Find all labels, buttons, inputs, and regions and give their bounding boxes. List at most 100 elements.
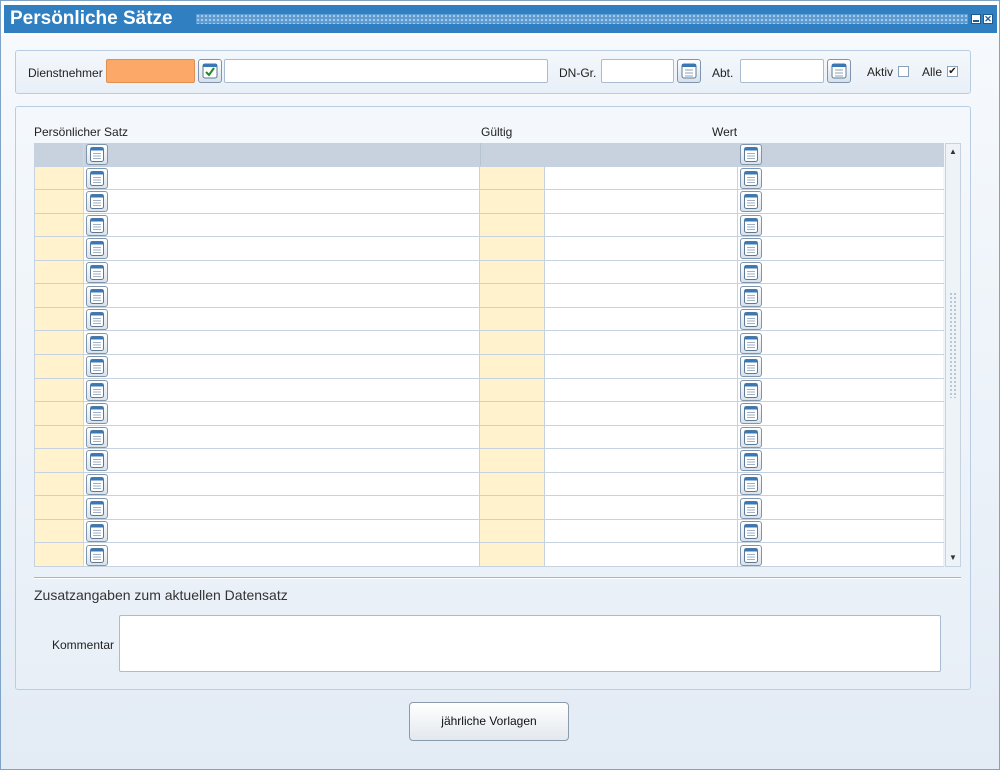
value-detail-cell[interactable] — [762, 214, 944, 237]
table-scrollbar[interactable]: ▲ ▼ — [945, 143, 961, 567]
table-row[interactable] — [35, 496, 944, 520]
table-row[interactable] — [35, 543, 944, 567]
value-lookup-button[interactable] — [740, 214, 762, 236]
table-row[interactable] — [35, 307, 944, 332]
rate-key-cell[interactable] — [35, 260, 84, 284]
scroll-grip[interactable] — [949, 292, 957, 398]
rate-lookup-button[interactable] — [86, 474, 108, 496]
rate-key-cell[interactable] — [35, 496, 84, 519]
value-cell[interactable] — [545, 496, 738, 519]
valid-cell[interactable] — [480, 378, 545, 402]
rate-lookup-button[interactable] — [86, 262, 108, 284]
valid-cell[interactable] — [480, 307, 545, 331]
table-row[interactable] — [35, 331, 944, 355]
valid-cell[interactable] — [480, 496, 545, 519]
rate-key-cell[interactable] — [35, 519, 84, 543]
valid-cell[interactable] — [480, 355, 545, 378]
rate-name-cell[interactable] — [109, 213, 480, 237]
value-detail-cell[interactable] — [762, 355, 944, 378]
value-lookup-button[interactable] — [740, 144, 762, 166]
value-detail-cell[interactable] — [762, 261, 944, 284]
value-lookup-button[interactable] — [740, 285, 762, 307]
value-cell[interactable] — [545, 284, 738, 307]
rate-lookup-button[interactable] — [86, 238, 108, 260]
rate-lookup-button[interactable] — [86, 309, 108, 331]
value-lookup-button[interactable] — [740, 356, 762, 378]
valid-cell[interactable] — [480, 425, 545, 449]
table-row[interactable] — [35, 449, 944, 473]
rate-lookup-button[interactable] — [86, 426, 108, 448]
value-lookup-button[interactable] — [740, 497, 762, 519]
value-lookup-button[interactable] — [740, 332, 762, 354]
value-lookup-button[interactable] — [740, 191, 762, 213]
value-detail-cell[interactable] — [762, 308, 944, 331]
value-cell[interactable] — [545, 425, 738, 449]
value-detail-cell[interactable] — [762, 543, 944, 566]
employee-lookup-button[interactable] — [198, 59, 222, 83]
rate-lookup-button[interactable] — [86, 450, 108, 472]
value-cell[interactable] — [545, 331, 738, 354]
value-lookup-button[interactable] — [740, 403, 762, 425]
dn-group-field[interactable] — [601, 59, 674, 83]
value-cell[interactable] — [545, 519, 738, 543]
rate-name-cell[interactable] — [109, 260, 480, 284]
rate-name-cell[interactable] — [109, 331, 480, 354]
valid-cell[interactable] — [480, 237, 545, 260]
value-lookup-button[interactable] — [740, 450, 762, 472]
value-lookup-button[interactable] — [740, 167, 762, 189]
value-cell[interactable] — [545, 449, 738, 472]
rate-name-cell[interactable] — [109, 166, 480, 190]
value-lookup-button[interactable] — [740, 379, 762, 401]
rate-name-cell[interactable] — [109, 472, 480, 496]
rate-name-cell[interactable] — [109, 519, 480, 543]
rate-lookup-button[interactable] — [86, 144, 108, 166]
value-detail-cell[interactable] — [762, 496, 944, 519]
annual-templates-button[interactable]: jährliche Vorlagen — [409, 702, 569, 741]
value-detail-cell[interactable] — [762, 426, 944, 449]
value-cell[interactable] — [545, 143, 738, 166]
active-checkbox[interactable] — [898, 66, 909, 77]
value-detail-cell[interactable] — [762, 473, 944, 496]
table-row[interactable] — [35, 260, 944, 285]
value-cell[interactable] — [545, 190, 738, 213]
employee-number-field[interactable] — [106, 59, 195, 83]
employee-name-field[interactable] — [224, 59, 548, 83]
rate-key-cell[interactable] — [35, 378, 84, 402]
value-lookup-button[interactable] — [740, 521, 762, 543]
rate-key-cell[interactable] — [35, 213, 84, 237]
table-row[interactable] — [35, 284, 944, 308]
rate-key-cell[interactable] — [35, 284, 84, 307]
value-cell[interactable] — [545, 260, 738, 284]
value-detail-cell[interactable] — [762, 284, 944, 307]
department-field[interactable] — [740, 59, 824, 83]
value-cell[interactable] — [545, 166, 738, 190]
valid-cell[interactable] — [480, 402, 545, 425]
table-row[interactable] — [35, 213, 944, 238]
close-icon[interactable]: ✕ — [983, 14, 993, 24]
value-cell[interactable] — [545, 402, 738, 425]
valid-cell[interactable] — [480, 284, 545, 307]
rate-key-cell[interactable] — [35, 425, 84, 449]
rate-lookup-button[interactable] — [86, 521, 108, 543]
valid-cell[interactable] — [480, 143, 545, 166]
rate-key-cell[interactable] — [35, 237, 84, 260]
value-cell[interactable] — [545, 355, 738, 378]
value-lookup-button[interactable] — [740, 474, 762, 496]
rate-lookup-button[interactable] — [86, 379, 108, 401]
rate-name-cell[interactable] — [109, 355, 480, 378]
value-detail-cell[interactable] — [762, 402, 944, 425]
value-detail-cell[interactable] — [762, 190, 944, 213]
rate-lookup-button[interactable] — [86, 544, 108, 566]
rate-name-cell[interactable] — [109, 425, 480, 449]
table-row[interactable] — [35, 166, 944, 191]
value-cell[interactable] — [545, 307, 738, 331]
valid-cell[interactable] — [480, 449, 545, 472]
table-row[interactable] — [35, 237, 944, 261]
rate-name-cell[interactable] — [109, 284, 480, 307]
rate-key-cell[interactable] — [35, 190, 84, 213]
valid-cell[interactable] — [480, 166, 545, 190]
table-filter-row[interactable] — [35, 143, 944, 167]
rate-key-cell[interactable] — [35, 331, 84, 354]
value-detail-cell[interactable] — [762, 449, 944, 472]
value-detail-cell[interactable] — [762, 237, 944, 260]
